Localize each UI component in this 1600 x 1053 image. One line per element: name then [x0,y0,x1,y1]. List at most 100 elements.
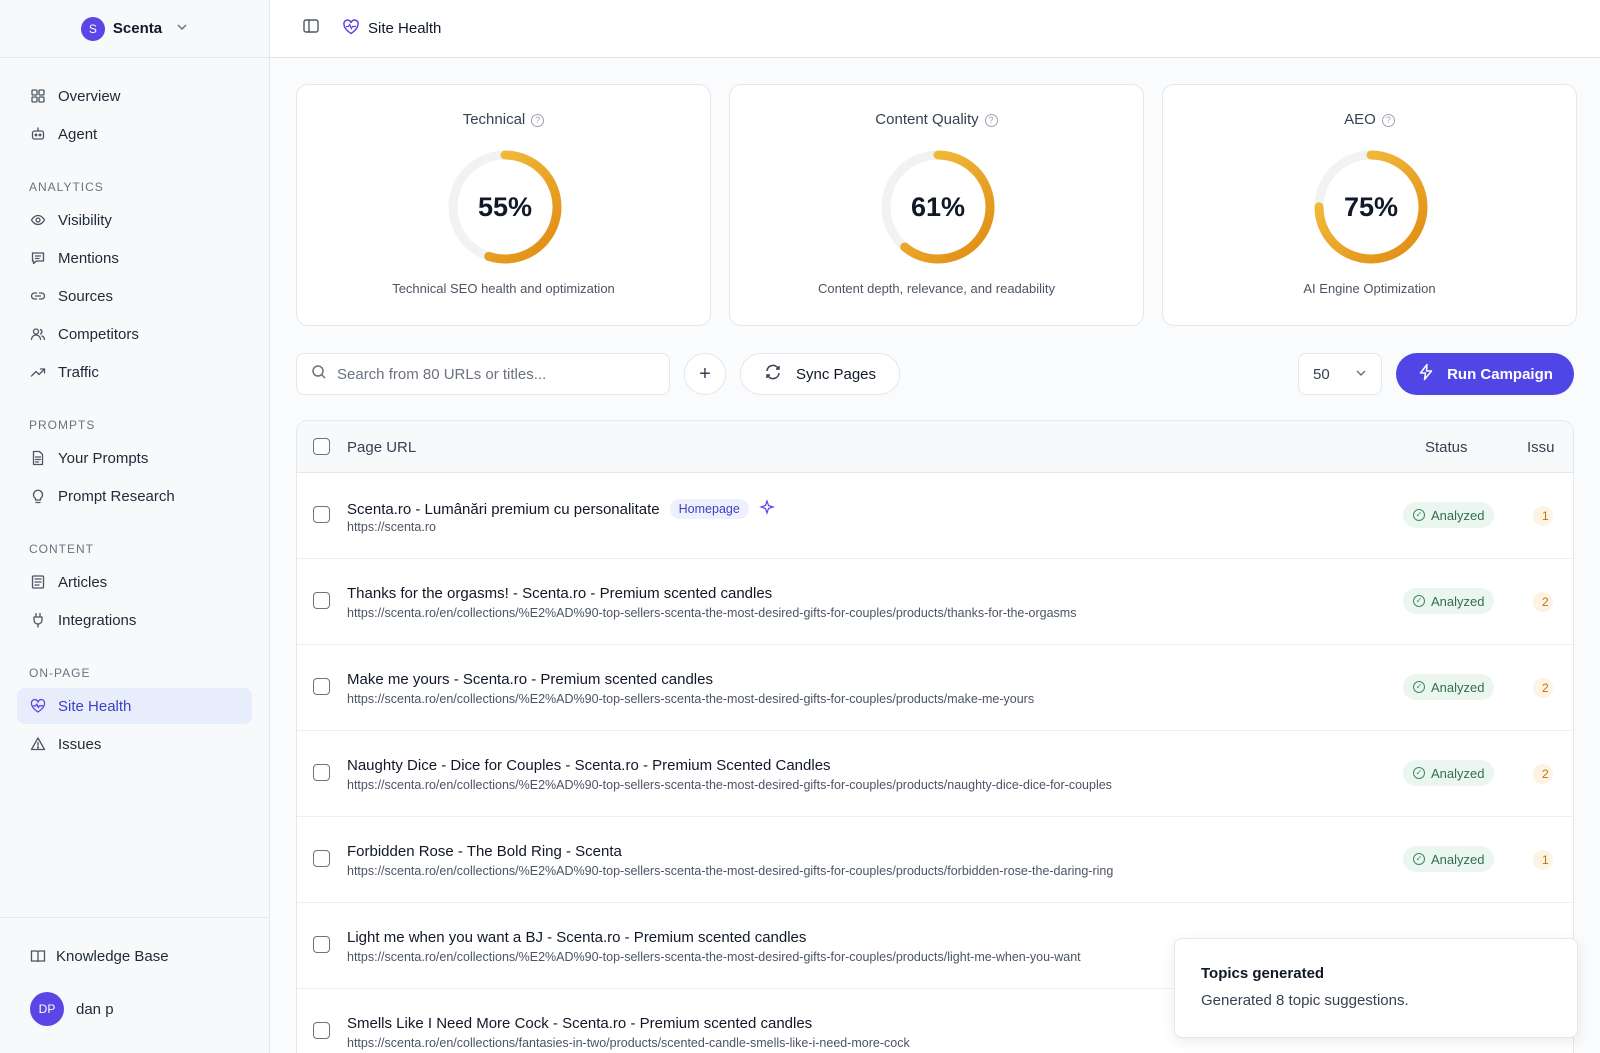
status-badge: ✓ Analyzed [1403,588,1495,614]
score-value: 61% [910,191,966,222]
page-title-cell: Make me yours - Scenta.ro - Premium scen… [347,671,713,688]
score-card-aeo: AEO? 75% AI Engine Optimization [1162,84,1577,326]
score-gauge: 75% [1311,147,1431,267]
add-page-button[interactable]: + [684,353,726,395]
score-value: 55% [477,191,533,222]
sidebar-item-prompt-research[interactable]: Prompt Research [17,478,252,514]
page-title-text[interactable]: Smells Like I Need More Cock - Scenta.ro… [347,1015,812,1032]
users-icon [30,326,46,342]
select-all-checkbox[interactable] [313,438,330,455]
page-title-cell: Thanks for the orgasms! - Scenta.ro - Pr… [347,585,772,602]
page-title-text[interactable]: Thanks for the orgasms! - Scenta.ro - Pr… [347,585,772,602]
page-url[interactable]: https://scenta.ro/en/collections/%E2%AD%… [347,692,1034,706]
help-icon[interactable]: ? [1381,114,1395,127]
knowledge-base-link[interactable]: Knowledge Base [17,938,252,974]
sidebar-toggle-icon[interactable] [302,17,320,40]
column-header-status[interactable]: Status [1425,439,1468,456]
heart-pulse-icon [342,18,360,40]
sidebar-item-label: Your Prompts [58,449,149,467]
book-icon [30,948,46,964]
table-toolbar: + Sync Pages 50 Run Campaign [296,353,1574,395]
sidebar-item-your-prompts[interactable]: Your Prompts [17,440,252,476]
nav-section-label: ON-PAGE [29,666,91,680]
sidebar-item-mentions[interactable]: Mentions [17,240,252,276]
sidebar-item-integrations[interactable]: Integrations [17,602,252,638]
row-checkbox[interactable] [313,678,330,695]
score-description: Technical SEO health and optimization [392,281,615,296]
page-url[interactable]: https://scenta.ro [347,520,436,534]
page-url[interactable]: https://scenta.ro/en/collections/fantasi… [347,1036,910,1050]
page-title-text[interactable]: Forbidden Rose - The Bold Ring - Scenta [347,843,622,860]
status-text: Analyzed [1431,765,1485,781]
help-icon[interactable]: ? [984,114,998,127]
table-row[interactable]: Forbidden Rose - The Bold Ring - Scenta h… [297,817,1573,903]
page-url[interactable]: https://scenta.ro/en/collections/%E2%AD%… [347,950,1081,964]
issues-count[interactable]: 1 [1533,850,1553,870]
page-title-text[interactable]: Light me when you want a BJ - Scenta.ro … [347,929,806,946]
page-title-cell: Smells Like I Need More Cock - Scenta.ro… [347,1015,812,1032]
table-row[interactable]: Make me yours - Scenta.ro - Premium scen… [297,645,1573,731]
table-row[interactable]: Naughty Dice - Dice for Couples - Scenta… [297,731,1573,817]
page-title-text[interactable]: Scenta.ro - Lumânări premium cu personal… [347,501,660,518]
issues-count[interactable]: 2 [1533,592,1553,612]
page-title-text[interactable]: Make me yours - Scenta.ro - Premium scen… [347,671,713,688]
page-size-value: 50 [1313,365,1330,383]
nav-group-main: Overview Agent [17,78,252,152]
issues-count[interactable]: 2 [1533,678,1553,698]
chevron-down-icon [1355,366,1367,383]
sidebar-item-overview[interactable]: Overview [17,78,252,114]
column-header-issues[interactable]: Issu [1527,439,1555,456]
sidebar-item-label: Prompt Research [58,487,175,505]
page-title-cell: Scenta.ro - Lumânări premium cu personal… [347,499,775,519]
row-checkbox[interactable] [313,764,330,781]
sidebar-item-traffic[interactable]: Traffic [17,354,252,390]
sidebar-item-label: Issues [58,735,102,753]
workspace-name: Scenta [112,20,163,37]
sidebar-item-label: Articles [58,573,108,591]
page-title: Site Health [368,20,442,37]
nav-group-content: CONTENT Articles Integrations [17,532,252,638]
search-box[interactable] [296,353,670,395]
score-gauge: 55% [445,147,565,267]
sidebar-nav: Overview Agent ANALYTICS Visibility Mention… [0,58,269,762]
table-row[interactable]: Thanks for the orgasms! - Scenta.ro - Pr… [297,559,1573,645]
sidebar-item-visibility[interactable]: Visibility [17,202,252,238]
page-size-select[interactable]: 50 [1298,353,1382,395]
table-row[interactable]: Scenta.ro - Lumânări premium cu personal… [297,473,1573,559]
issues-count[interactable]: 2 [1533,764,1553,784]
sidebar-item-sources[interactable]: Sources [17,278,252,314]
workspace-switcher[interactable]: S Scenta [0,0,269,58]
page-title-text[interactable]: Naughty Dice - Dice for Couples - Scenta… [347,757,831,774]
sync-pages-button[interactable]: Sync Pages [740,353,900,395]
check-circle-icon: ✓ [1413,681,1425,693]
row-checkbox[interactable] [313,936,330,953]
status-text: Analyzed [1431,679,1485,695]
row-checkbox[interactable] [313,850,330,867]
sidebar-item-site-health[interactable]: Site Health [17,688,252,724]
search-input[interactable] [337,365,637,383]
page-url[interactable]: https://scenta.ro/en/collections/%E2%AD%… [347,864,1113,878]
user-menu[interactable]: DP dan p [17,992,252,1026]
run-campaign-button[interactable]: Run Campaign [1396,353,1574,395]
sidebar-item-agent[interactable]: Agent [17,116,252,152]
score-gauge: 61% [878,147,998,267]
sidebar-item-issues[interactable]: Issues [17,726,252,762]
issues-count[interactable]: 1 [1533,506,1553,526]
row-checkbox[interactable] [313,592,330,609]
page-url[interactable]: https://scenta.ro/en/collections/%E2%AD%… [347,778,1112,792]
sidebar-item-articles[interactable]: Articles [17,564,252,600]
help-icon[interactable]: ? [531,114,545,127]
score-card-title: Technical? [297,111,710,128]
newspaper-icon [30,574,46,590]
sidebar-item-competitors[interactable]: Competitors [17,316,252,352]
status-badge: ✓ Analyzed [1403,846,1495,872]
warning-icon [30,736,46,752]
column-header-page-url[interactable]: Page URL [347,439,416,456]
refresh-icon [764,363,782,385]
trend-icon [30,364,46,380]
row-checkbox[interactable] [313,1022,330,1039]
status-badge: ✓ Analyzed [1403,674,1495,700]
score-card-title-text: Content Quality [875,111,979,128]
page-url[interactable]: https://scenta.ro/en/collections/%E2%AD%… [347,606,1076,620]
row-checkbox[interactable] [313,506,330,523]
